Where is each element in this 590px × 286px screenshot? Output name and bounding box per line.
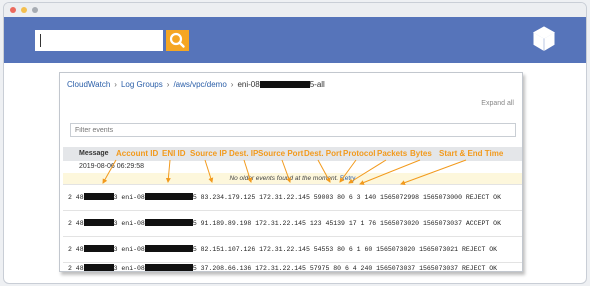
log-row[interactable]: 2 48 3 eni-08 5 83.234.179.125 172.31.22.1… xyxy=(63,184,522,210)
annotation-source-ip: Source IP xyxy=(190,149,227,158)
redaction-bar xyxy=(83,193,114,200)
log-row[interactable]: 2 48 3 eni-08 5 91.189.89.198 172.31.22.14… xyxy=(63,210,522,236)
log-row[interactable]: 2 48 3 eni-08 5 82.151.107.126 172.31.22.1… xyxy=(63,236,522,262)
breadcrumb-log-group[interactable]: /aws/vpc/demo xyxy=(173,80,226,89)
annotation-eni-id: ENI ID xyxy=(162,149,186,158)
breadcrumb-stream-suffix: 5-all xyxy=(309,80,325,89)
title-bar xyxy=(4,3,586,17)
redaction-bar xyxy=(144,193,193,200)
redaction-bar xyxy=(83,219,114,226)
cube-icon xyxy=(532,26,556,51)
row-flow-fields: 5 82.151.107.126 172.31.22.145 54553 80 … xyxy=(192,246,498,253)
redaction-bar xyxy=(144,245,193,252)
text-cursor xyxy=(40,34,41,47)
maximize-window-dot[interactable] xyxy=(32,7,38,13)
annotation-dest-ip: Dest. IP xyxy=(229,149,259,158)
search-input[interactable] xyxy=(35,30,163,51)
row-version-account: 2 48 xyxy=(68,246,84,253)
minimize-window-dot[interactable] xyxy=(21,7,27,13)
log-row[interactable]: 2 48 3 eni-08 5 37.208.66.136 172.31.22.14… xyxy=(63,262,522,272)
redaction-bar xyxy=(83,264,114,271)
breadcrumb-stream-prefix: eni-08 xyxy=(237,80,260,89)
annotation-dest-port: Dest. Port xyxy=(304,149,342,158)
redaction-bar xyxy=(83,245,114,252)
annotation-account-id: Account ID xyxy=(116,149,159,158)
annotation-bytes: Bytes xyxy=(410,149,432,158)
annotation-start-end-time: Start & End Time xyxy=(439,149,504,158)
search-button[interactable] xyxy=(166,30,189,51)
date-row: 2019-08-06 06:29:58 xyxy=(79,163,144,170)
filter-events-input[interactable] xyxy=(70,123,516,137)
row-version-account: 2 48 xyxy=(68,194,84,201)
top-navigation-bar xyxy=(4,17,586,63)
row-flow-fields: 5 37.208.66.136 172.31.22.145 57975 80 6… xyxy=(192,265,498,272)
row-flow-fields: 5 91.189.89.198 172.31.22.145 123 45139 … xyxy=(192,220,501,227)
redaction-bar xyxy=(259,81,310,88)
redaction-bar xyxy=(144,219,193,226)
retry-link[interactable]: Retry xyxy=(340,175,356,182)
cloudwatch-log-panel: CloudWatch › Log Groups ›/aws/vpc/demo › eni-… xyxy=(59,72,523,272)
row-eni-prefix: 3 eni-08 xyxy=(113,194,145,201)
no-older-text: No older events found at the moment. xyxy=(229,175,339,182)
row-eni-prefix: 3 eni-08 xyxy=(113,220,145,227)
annotation-packets: Packets xyxy=(377,149,408,158)
annotation-source-port: Source Port xyxy=(258,149,304,158)
row-flow-fields: 5 83.234.179.125 172.31.22.145 59003 80 … xyxy=(192,194,501,201)
row-version-account: 2 48 xyxy=(68,220,84,227)
expand-all-link[interactable]: Expand all xyxy=(481,100,514,107)
redaction-bar xyxy=(144,264,193,271)
row-eni-prefix: 3 eni-08 xyxy=(113,246,145,253)
row-eni-prefix: 3 eni-08 xyxy=(113,265,145,272)
no-older-events-banner: No older events found at the moment. Ret… xyxy=(63,173,522,184)
breadcrumb-cloudwatch[interactable]: CloudWatch xyxy=(67,80,110,89)
breadcrumb-log-groups[interactable]: Log Groups xyxy=(121,80,163,89)
annotation-protocol: Protocol xyxy=(343,149,376,158)
row-version-account: 2 48 xyxy=(68,265,84,272)
message-header-label: Message xyxy=(79,150,109,157)
search-icon xyxy=(169,32,185,48)
breadcrumb: CloudWatch › Log Groups ›/aws/vpc/demo › eni-… xyxy=(67,80,325,89)
close-window-dot[interactable] xyxy=(10,7,16,13)
